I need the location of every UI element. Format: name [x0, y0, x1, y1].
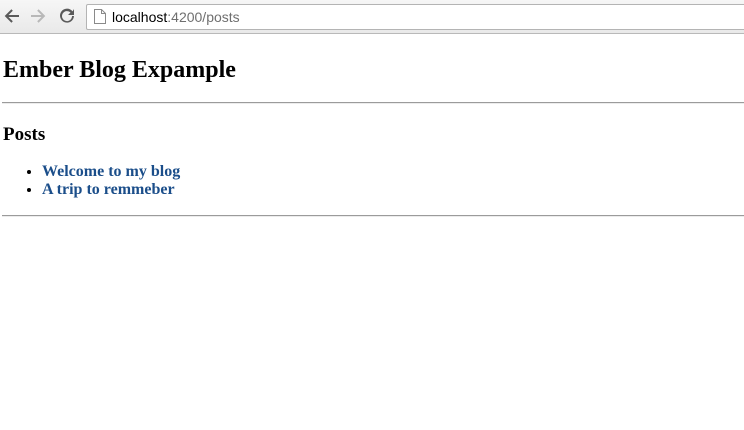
post-list: Welcome to my blog A trip to remmeber	[42, 163, 180, 199]
divider-top	[2, 102, 744, 104]
divider-bottom	[2, 215, 744, 217]
section-title: Posts	[3, 124, 46, 145]
reload-button[interactable]	[57, 6, 77, 26]
page-icon	[94, 9, 106, 24]
browser-toolbar: localhost:4200/posts	[0, 0, 744, 34]
arrow-right-icon	[31, 9, 46, 23]
address-bar[interactable]: localhost:4200/posts	[86, 4, 744, 30]
arrow-left-icon	[4, 9, 19, 23]
reload-icon	[60, 8, 74, 23]
post-link[interactable]: A trip to remmeber	[42, 181, 175, 198]
post-link[interactable]: Welcome to my blog	[42, 163, 180, 180]
list-item: A trip to remmeber	[42, 181, 180, 199]
forward-button[interactable]	[28, 6, 48, 26]
url-text[interactable]: localhost:4200/posts	[112, 9, 240, 26]
list-item: Welcome to my blog	[42, 163, 180, 181]
url-host: localhost	[112, 9, 168, 25]
url-path: :4200/posts	[167, 9, 240, 25]
back-button[interactable]	[2, 6, 22, 26]
page-title: Ember Blog Expample	[3, 57, 236, 83]
